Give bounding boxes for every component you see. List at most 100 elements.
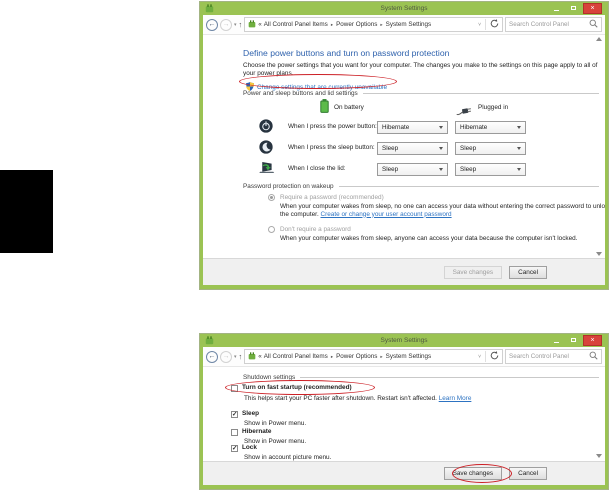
address-bar: ← → ▾ ↑ « All Control Panel Items ▸ Powe… bbox=[203, 15, 605, 35]
close-button[interactable]: × bbox=[583, 335, 602, 346]
search-box[interactable] bbox=[505, 349, 602, 364]
fast-startup-label: Turn on fast startup (recommended) bbox=[242, 384, 352, 391]
breadcrumb-separator-icon: ▸ bbox=[380, 353, 383, 359]
breadcrumb-item-control-panel[interactable]: All Control Panel Items bbox=[264, 21, 328, 28]
breadcrumb-prefix[interactable]: « bbox=[258, 21, 262, 28]
breadcrumb-item-power-options[interactable]: Power Options bbox=[336, 21, 377, 28]
sleep-button-icon bbox=[259, 140, 273, 159]
radio-require-password-label: Require a password (recommended) bbox=[280, 194, 384, 201]
row-label-sleep-button: When I press the sleep button: bbox=[288, 144, 375, 151]
breadcrumb-separator-icon: ▸ bbox=[330, 353, 334, 359]
maximize-button[interactable] bbox=[566, 335, 580, 345]
maximize-button[interactable] bbox=[566, 3, 580, 13]
sleep-option-description: Show in Power menu. bbox=[244, 420, 307, 427]
close-lid-icon bbox=[258, 161, 275, 179]
checkbox-hibernate[interactable] bbox=[231, 429, 238, 436]
minimize-button[interactable] bbox=[549, 3, 563, 13]
forward-button[interactable]: → bbox=[220, 18, 232, 31]
plug-icon bbox=[456, 103, 472, 121]
lock-option-description: Show in account picture menu. bbox=[244, 454, 332, 461]
lock-option-label: Lock bbox=[242, 444, 257, 451]
minimize-button[interactable] bbox=[549, 335, 563, 345]
sleep-option-label: Sleep bbox=[242, 410, 260, 417]
back-button[interactable]: ← bbox=[206, 350, 218, 363]
close-button[interactable]: × bbox=[583, 3, 602, 14]
battery-icon bbox=[320, 99, 329, 118]
row-label-power-button: When I press the power button: bbox=[288, 123, 377, 130]
window-title: System Settings bbox=[380, 337, 428, 344]
fast-startup-description: This helps start your PC faster after sh… bbox=[244, 395, 472, 402]
radio-require-password[interactable] bbox=[268, 194, 275, 201]
select-sleep-button-plugged-in[interactable]: Sleep bbox=[455, 142, 526, 155]
select-sleep-button-on-battery[interactable]: Sleep bbox=[377, 142, 448, 155]
history-dropdown-icon[interactable]: ▾ bbox=[234, 354, 237, 360]
address-bar: ← → ▾ ↑ « All Control Panel Items ▸ Powe… bbox=[203, 347, 605, 367]
chevron-down-icon bbox=[439, 168, 443, 171]
save-changes-button: Save changes bbox=[443, 265, 503, 279]
manual-page: System Settings × ← → ▾ ↑ « All Control … bbox=[0, 0, 610, 492]
checkbox-sleep[interactable]: ✓ bbox=[231, 411, 238, 418]
scroll-up-arrow[interactable] bbox=[596, 37, 602, 41]
breadcrumb[interactable]: « All Control Panel Items ▸ Power Option… bbox=[244, 349, 503, 364]
breadcrumb-prefix[interactable]: « bbox=[258, 353, 262, 360]
section-password-protection: Password protection on wakeup bbox=[243, 183, 599, 190]
history-dropdown-icon[interactable]: ▾ bbox=[234, 22, 237, 28]
back-button[interactable]: ← bbox=[206, 18, 218, 31]
page-edge-tab bbox=[0, 170, 53, 253]
up-button[interactable]: ↑ bbox=[239, 352, 243, 361]
change-account-password-link[interactable]: Create or change your user account passw… bbox=[321, 211, 452, 218]
system-settings-window-bottom: System Settings × ← → ▾ ↑ « All Control … bbox=[200, 334, 608, 489]
search-icon[interactable] bbox=[589, 351, 598, 362]
checkbox-fast-startup[interactable] bbox=[231, 385, 238, 392]
up-button[interactable]: ↑ bbox=[239, 20, 243, 29]
forward-button[interactable]: → bbox=[220, 350, 232, 363]
intro-text: Choose the power settings that you want … bbox=[243, 62, 598, 77]
search-icon[interactable] bbox=[589, 19, 598, 30]
breadcrumb-separator-icon: ▸ bbox=[380, 21, 383, 27]
hibernate-option-label: Hibernate bbox=[242, 428, 272, 435]
button-bar: Save changes Cancel bbox=[203, 258, 605, 285]
dont-require-password-description: When your computer wakes from sleep, any… bbox=[280, 235, 578, 242]
breadcrumb[interactable]: « All Control Panel Items ▸ Power Option… bbox=[244, 17, 503, 32]
breadcrumb-item-control-panel[interactable]: All Control Panel Items bbox=[264, 353, 328, 360]
require-password-description: When your computer wakes from sleep, no … bbox=[280, 203, 605, 218]
save-changes-button[interactable]: Save changes bbox=[443, 467, 503, 480]
page-title: Define power buttons and turn on passwor… bbox=[243, 48, 450, 58]
select-power-button-on-battery[interactable]: Hibernate bbox=[377, 121, 448, 134]
address-dropdown-icon[interactable]: ˅ bbox=[478, 354, 481, 360]
chevron-down-icon bbox=[517, 147, 521, 150]
search-box[interactable] bbox=[505, 17, 602, 32]
button-bar: Save changes Cancel bbox=[203, 461, 605, 485]
breadcrumb-item-system-settings[interactable]: System Settings bbox=[386, 353, 432, 360]
chevron-down-icon bbox=[439, 147, 443, 150]
search-input[interactable] bbox=[509, 21, 589, 28]
breadcrumb-separator-icon: ▸ bbox=[330, 21, 334, 27]
refresh-icon[interactable] bbox=[490, 351, 499, 362]
window-title: System Settings bbox=[380, 5, 428, 12]
learn-more-link[interactable]: Learn More bbox=[439, 395, 472, 402]
select-power-button-plugged-in[interactable]: Hibernate bbox=[455, 121, 526, 134]
column-header-plugged-in: Plugged in bbox=[478, 104, 509, 111]
select-close-lid-plugged-in[interactable]: Sleep bbox=[455, 163, 526, 176]
scroll-down-arrow[interactable] bbox=[596, 454, 602, 458]
breadcrumb-item-system-settings[interactable]: System Settings bbox=[386, 21, 432, 28]
chevron-down-icon bbox=[439, 126, 443, 129]
checkbox-lock[interactable]: ✓ bbox=[231, 445, 238, 452]
shutdown-settings-content: Shutdown settings Turn on fast startup (… bbox=[203, 367, 605, 461]
settings-page-content: Define power buttons and turn on passwor… bbox=[203, 35, 605, 258]
section-power-sleep: Power and sleep buttons and lid settings bbox=[243, 90, 599, 97]
row-label-close-lid: When I close the lid: bbox=[288, 165, 346, 172]
radio-dont-require-password[interactable] bbox=[268, 226, 275, 233]
address-dropdown-icon[interactable]: ˅ bbox=[478, 22, 481, 28]
breadcrumb-item-power-options[interactable]: Power Options bbox=[336, 353, 377, 360]
scroll-down-arrow[interactable] bbox=[596, 252, 602, 256]
system-settings-window-top: System Settings × ← → ▾ ↑ « All Control … bbox=[200, 2, 608, 289]
cancel-button[interactable]: Cancel bbox=[509, 265, 547, 279]
select-close-lid-on-battery[interactable]: Sleep bbox=[377, 163, 448, 176]
cancel-button[interactable]: Cancel bbox=[509, 467, 547, 480]
search-input[interactable] bbox=[509, 353, 589, 360]
chevron-down-icon bbox=[517, 126, 521, 129]
radio-dont-require-password-label: Don't require a password bbox=[280, 226, 351, 233]
titlebar: System Settings × bbox=[203, 334, 605, 347]
refresh-icon[interactable] bbox=[490, 19, 499, 30]
